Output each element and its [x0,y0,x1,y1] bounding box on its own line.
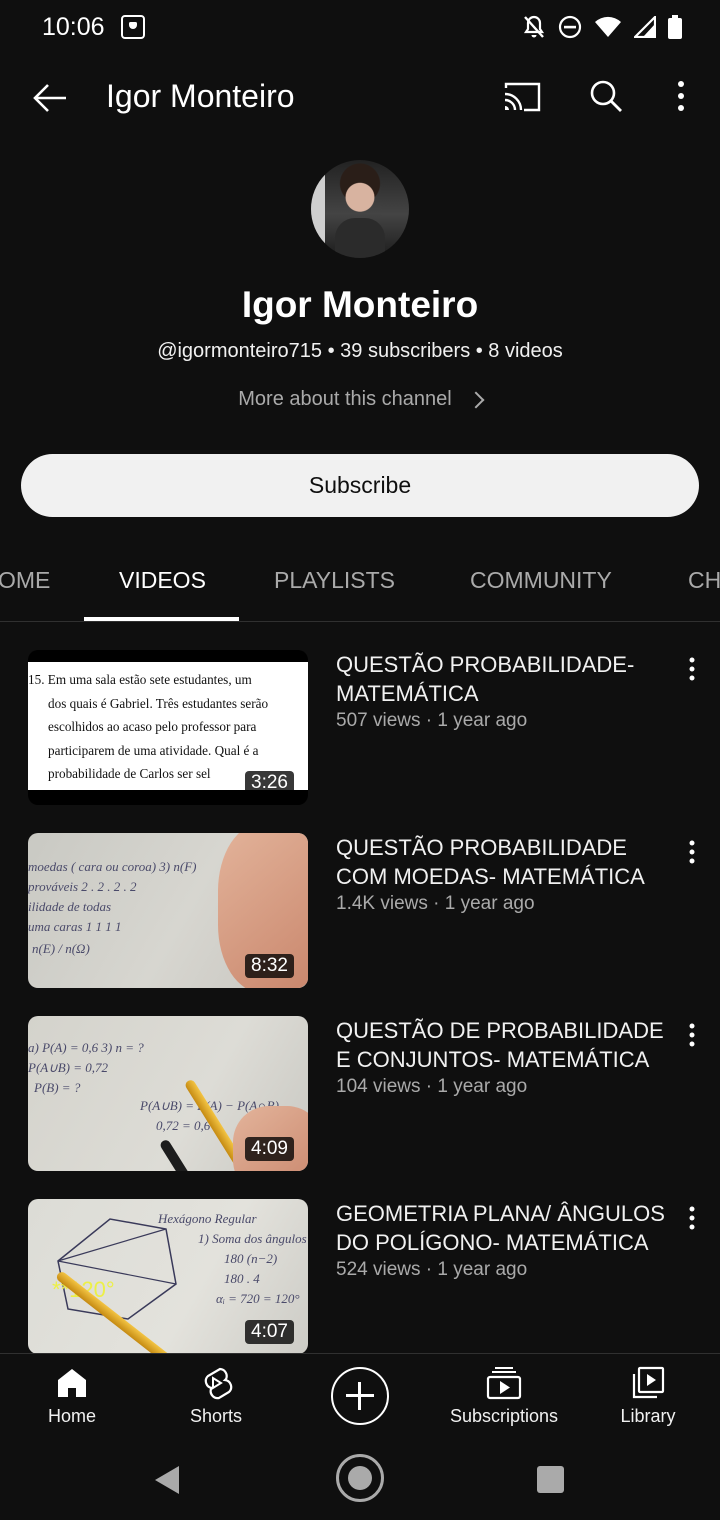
thumbnail-scribble: n(E) / n(Ω) [32,941,90,956]
bottom-navigation: Home Shorts Subscriptions Library [0,1353,720,1441]
channel-meta: @igormonteiro715 • 39 subscribers • 8 vi… [157,340,563,362]
video-duration: 4:09 [245,1137,294,1161]
video-item[interactable]: a) P(A) = 0,6 3) n = ? P(A∪B) = 0,72 P(B… [0,1016,720,1186]
nav-shorts-label: Shorts [189,1406,243,1426]
nav-shorts[interactable]: Shorts [146,1366,286,1427]
thumbnail-scribble: moedas ( cara ou coroa) 3) n(F) [28,859,197,874]
thumb-text-line: participarem de uma atividade. Qual é a [48,742,259,758]
thumbnail-scribble: Hexágono Regular [158,1211,257,1226]
video-more-icon[interactable] [682,839,702,865]
pen-image [158,1138,200,1171]
signal-icon [634,16,656,38]
more-about-channel-link[interactable]: More about this channel [0,388,720,411]
thumbnail-scribble: a) P(A) = 0,6 3) n = ? [28,1040,144,1055]
video-more-icon[interactable] [682,1205,702,1231]
nav-subscriptions-label: Subscriptions [449,1406,559,1426]
video-meta: 507 views · 1 year ago [336,710,528,731]
status-bar: 10:06 [0,0,720,56]
shield-icon [121,15,145,39]
nav-subscriptions[interactable]: Subscriptions [434,1366,574,1427]
active-tab-indicator [84,617,239,621]
thumbnail-scribble: ilidade de todas [28,899,112,914]
nav-library-label: Library [620,1406,676,1426]
thumbnail-scribble: P(A∪B) = 0,72 [28,1060,109,1075]
tab-videos[interactable]: VIDEOS [119,567,206,594]
video-item[interactable]: 15. Em uma sala estão sete estudantes, u… [0,650,720,820]
thumbnail-scribble: 180 . 4 [224,1271,260,1286]
battery-icon [668,15,682,39]
video-title-block[interactable]: QUESTÃO PROBABILIDADE- MATEMÁTICA 507 vi… [336,650,676,734]
nav-home[interactable]: Home [2,1366,142,1427]
thumbnail-scribble: uma caras 1 1 1 1 [28,919,122,934]
chevron-right-icon [467,391,485,409]
system-back-icon[interactable] [155,1466,179,1494]
video-duration: 4:07 [245,1320,294,1344]
back-arrow-icon[interactable] [30,78,70,118]
system-home-icon[interactable] [336,1454,384,1502]
video-meta: 524 views · 1 year ago [336,1259,528,1280]
video-more-icon[interactable] [682,1022,702,1048]
cast-icon[interactable] [502,80,542,114]
video-meta: 104 views · 1 year ago [336,1076,528,1097]
video-title: QUESTÃO DE PROBABILIDADE E CONJUNTOS- MA… [336,1018,664,1072]
video-title: QUESTÃO PROBABILIDADE COM MOEDAS- MATEMÁ… [336,835,645,889]
system-recents-icon[interactable] [537,1466,564,1493]
video-thumbnail[interactable]: 15. Em uma sala estão sete estudantes, u… [28,650,308,805]
video-more-icon[interactable] [682,656,702,682]
video-title-block[interactable]: GEOMETRIA PLANA/ ÂNGULOS DO POLÍGONO- MA… [336,1199,676,1283]
channel-tabs: OME VIDEOS PLAYLISTS COMMUNITY CH [0,550,720,622]
thumb-text-line: escolhidos ao acaso pelo professor para [48,719,257,734]
video-duration: 3:26 [245,771,294,795]
video-thumbnail[interactable]: a) P(A) = 0,6 3) n = ? P(A∪B) = 0,72 P(B… [28,1016,308,1171]
nav-library[interactable]: Library [578,1366,718,1427]
tab-channels[interactable]: CH [688,567,720,594]
home-icon [58,1369,86,1397]
thumbnail-scribble: αᵢ = 720 = 120° [216,1291,300,1306]
more-about-label: More about this channel [238,388,452,410]
video-meta: 1.4K views · 1 year ago [336,893,535,914]
create-button[interactable] [331,1367,389,1425]
system-navigation [0,1441,720,1520]
library-icon [632,1366,665,1399]
video-thumbnail[interactable]: Hexágono Regular 1) Soma dos ângulos 180… [28,1199,308,1354]
app-bar: Igor Monteiro [0,60,720,136]
video-item[interactable]: moedas ( cara ou coroa) 3) n(F) provávei… [0,833,720,1003]
shorts-icon [204,1367,233,1400]
tab-community[interactable]: COMMUNITY [470,567,612,594]
thumbnail-scribble: P(B) = ? [34,1080,81,1095]
wifi-icon [595,16,621,37]
thumbnail-scribble: 0,72 = 0,6 [156,1118,211,1133]
thumbnail-scribble: prováveis 2 . 2 . 2 . 2 [28,879,137,894]
more-vert-icon[interactable] [666,78,696,114]
status-time: 10:06 [42,13,105,41]
thumbnail-scribble: 180 (n−2) [224,1251,278,1266]
notifications-off-icon [523,15,545,38]
do-not-disturb-icon [558,15,582,39]
app-bar-title: Igor Monteiro [106,78,295,114]
video-thumbnail[interactable]: moedas ( cara ou coroa) 3) n(F) provávei… [28,833,308,988]
thumb-text-line: dos quais é Gabriel. Três estudantes ser… [48,695,269,711]
tab-home[interactable]: OME [0,567,50,594]
video-item[interactable]: Hexágono Regular 1) Soma dos ângulos 180… [0,1199,720,1369]
nav-home-label: Home [47,1406,96,1426]
thumbnail-scribble: 1) Soma dos ângulos [198,1231,307,1246]
thumb-text-line: 15. Em uma sala estão sete estudantes, u… [28,672,252,687]
video-title: GEOMETRIA PLANA/ ÂNGULOS DO POLÍGONO- MA… [336,1201,665,1255]
search-icon[interactable] [588,78,624,114]
subscribe-button[interactable]: Subscribe [21,454,699,517]
status-icons [522,14,682,40]
video-title-block[interactable]: QUESTÃO DE PROBABILIDADE E CONJUNTOS- MA… [336,1016,676,1100]
channel-avatar[interactable] [311,160,409,258]
video-title-block[interactable]: QUESTÃO PROBABILIDADE COM MOEDAS- MATEMÁ… [336,833,676,917]
tab-playlists[interactable]: PLAYLISTS [274,567,395,594]
channel-name: Igor Monteiro [241,284,479,325]
video-title: QUESTÃO PROBABILIDADE- MATEMÁTICA [336,652,635,706]
video-duration: 8:32 [245,954,294,978]
subscriptions-icon [486,1367,522,1400]
